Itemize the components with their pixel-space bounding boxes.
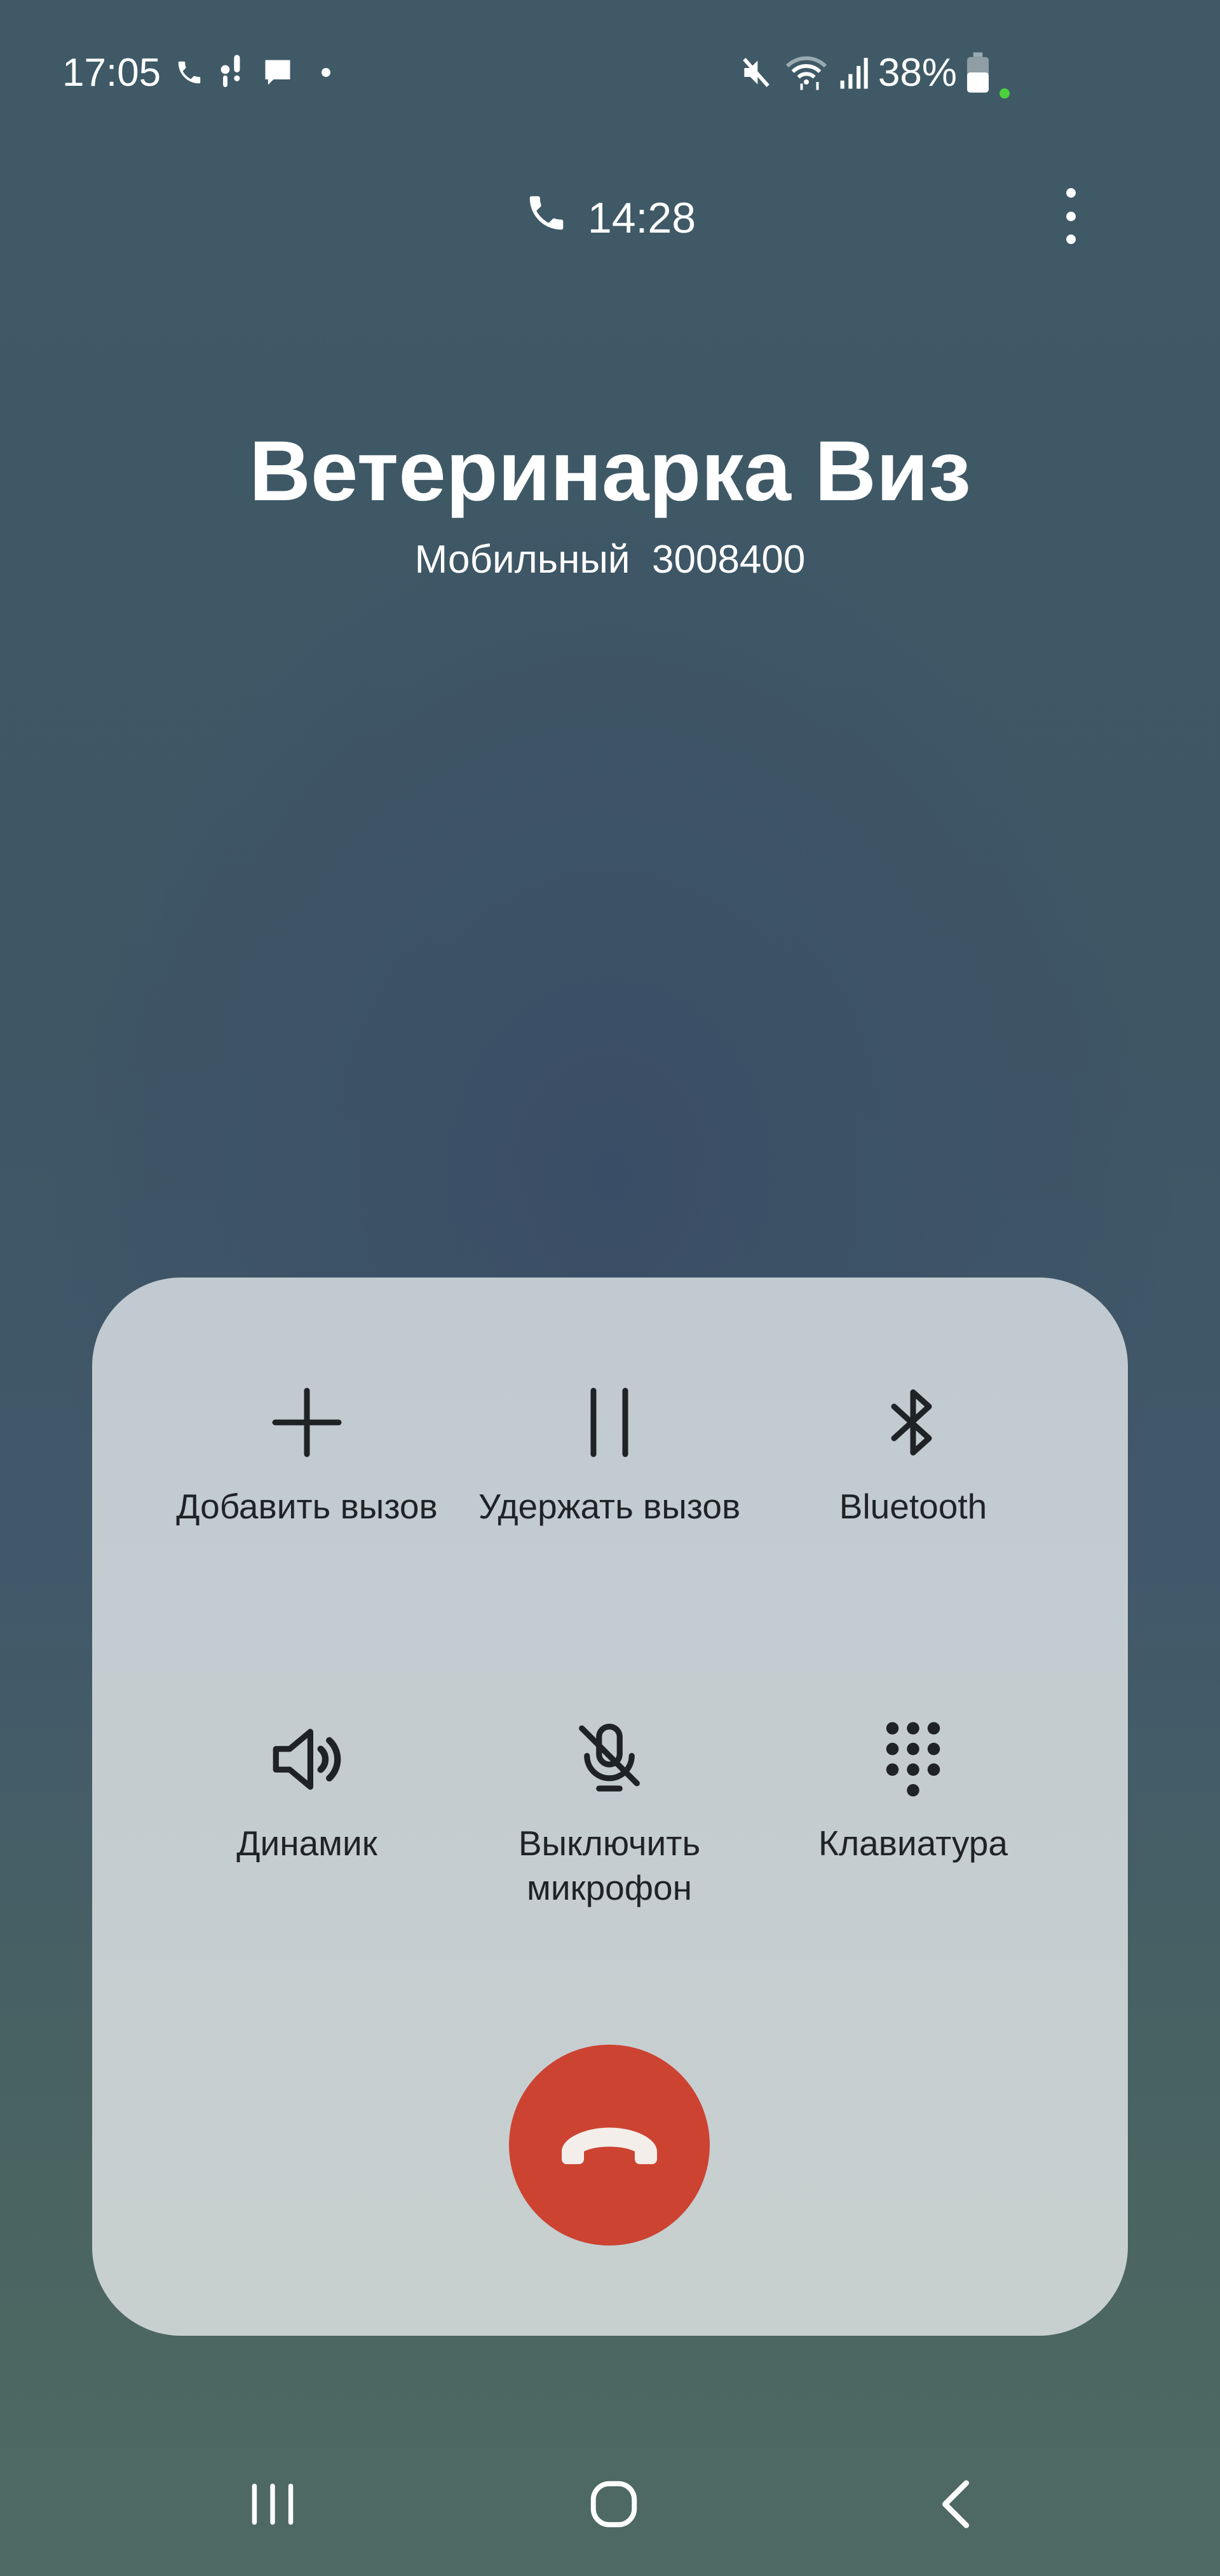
end-call-icon xyxy=(562,2127,657,2164)
contact-number: Мобильный 3008400 xyxy=(414,538,806,582)
call-timer: 14:28 xyxy=(0,191,1220,245)
status-bar-right: 38% xyxy=(738,50,1010,99)
speaker-icon xyxy=(259,1712,355,1807)
more-options-button[interactable] xyxy=(1055,184,1087,248)
home-button[interactable] xyxy=(576,2466,652,2542)
add-call-button[interactable]: Добавить вызов xyxy=(142,1375,472,1529)
battery-percent: 38% xyxy=(878,50,957,95)
plus-icon xyxy=(259,1375,355,1470)
mute-icon xyxy=(738,53,774,92)
speaker-button[interactable]: Динамик xyxy=(142,1712,472,1865)
status-bar-left: 17:05 xyxy=(62,50,331,95)
battery-icon xyxy=(967,52,989,93)
mute-mic-label: Выключить микрофон xyxy=(518,1823,701,1907)
message-icon xyxy=(261,56,294,89)
bluetooth-label: Bluetooth xyxy=(839,1487,987,1526)
back-button[interactable] xyxy=(918,2466,994,2542)
bluetooth-button[interactable]: Bluetooth xyxy=(748,1375,1078,1529)
dot-icon xyxy=(321,67,331,78)
back-icon xyxy=(942,2480,969,2528)
add-call-label: Добавить вызов xyxy=(176,1487,438,1526)
contact-name: Ветеринарка Виз xyxy=(249,424,971,519)
pause-icon xyxy=(562,1375,657,1470)
mic-off-icon xyxy=(562,1712,657,1807)
hold-call-button[interactable]: Удержать вызов xyxy=(444,1375,775,1529)
recents-icon xyxy=(252,2483,294,2525)
signal-icon xyxy=(839,56,868,89)
speaker-label: Динамик xyxy=(236,1823,377,1863)
privacy-dot-icon xyxy=(999,88,1010,99)
status-time: 17:05 xyxy=(62,50,161,95)
hold-call-label: Удержать вызов xyxy=(478,1487,741,1526)
call-duration: 14:28 xyxy=(587,194,696,242)
bluetooth-icon xyxy=(865,1375,961,1470)
phone-icon xyxy=(524,191,569,245)
voicemail-icon xyxy=(218,53,247,92)
mute-mic-button[interactable]: Выключить микрофон xyxy=(444,1712,775,1910)
wifi-icon xyxy=(784,53,829,92)
recents-button[interactable] xyxy=(234,2466,311,2542)
keypad-label: Клавиатура xyxy=(818,1823,1008,1863)
more-vert-icon xyxy=(1066,188,1076,198)
keypad-button[interactable]: Клавиатура xyxy=(748,1712,1078,1865)
keypad-icon xyxy=(865,1712,961,1807)
end-call-button[interactable] xyxy=(509,2045,710,2245)
home-icon xyxy=(590,2481,637,2528)
phone-icon xyxy=(175,56,204,89)
